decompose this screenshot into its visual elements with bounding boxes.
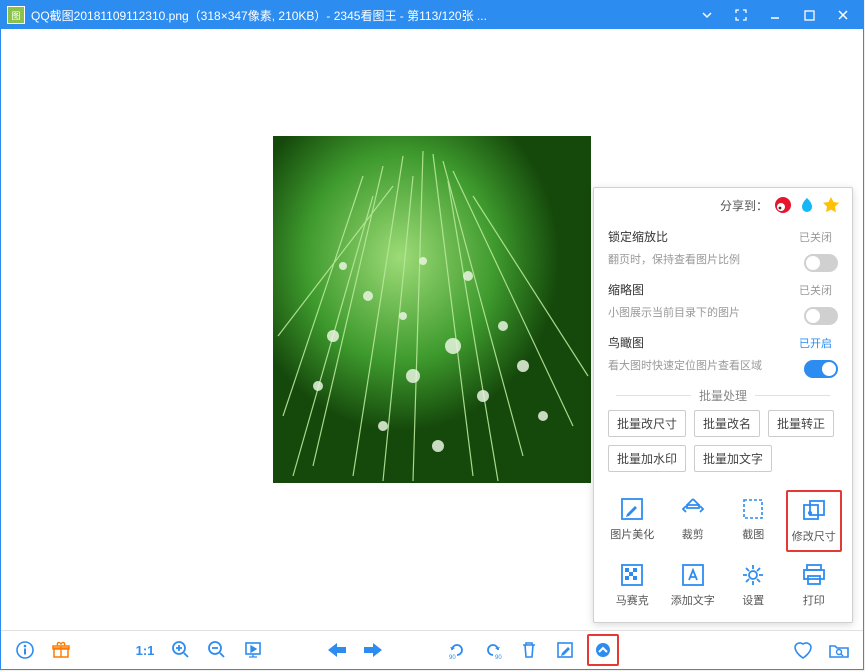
slideshow-icon[interactable] (239, 636, 267, 664)
option-row: 鸟瞰图 已开启 (594, 328, 852, 357)
batch-button[interactable]: 批量改尺寸 (608, 410, 686, 437)
option-subtitle: 看大图时快速定位图片查看区域 (594, 357, 776, 381)
option-status: 已关闭 (799, 229, 832, 245)
tools-panel: 分享到： 锁定缩放比 已关闭 翻页时，保持查看图片比例 缩略图 已关闭 小图展示… (593, 187, 853, 623)
bottom-toolbar: 1:1 90 90 (1, 630, 863, 669)
gear-icon (740, 562, 766, 588)
toggle-switch[interactable] (804, 360, 838, 378)
tencent-icon[interactable] (798, 196, 816, 214)
delete-icon[interactable] (515, 636, 543, 664)
toggle-switch[interactable] (804, 254, 838, 272)
edit-icon[interactable] (551, 636, 579, 664)
share-label: 分享到： (720, 197, 768, 214)
tool-gear[interactable]: 设置 (725, 556, 782, 614)
close-icon[interactable] (829, 5, 857, 25)
zoom-out-icon[interactable] (203, 636, 231, 664)
tool-label: 打印 (803, 592, 825, 608)
favorite-icon[interactable] (789, 636, 817, 664)
window-controls (693, 5, 857, 25)
tool-mosaic[interactable]: 马赛克 (604, 556, 661, 614)
capture-icon (740, 496, 766, 522)
resize-icon (801, 498, 827, 524)
print-icon (801, 562, 827, 588)
reveal-in-folder-icon[interactable] (825, 636, 853, 664)
title-bar: 图 QQ截图20181109112310.png（318×347像素, 210K… (1, 1, 863, 29)
option-subtitle: 翻页时，保持查看图片比例 (594, 251, 754, 275)
tool-label: 设置 (742, 592, 764, 608)
tool-edit[interactable]: 图片美化 (604, 490, 661, 552)
gift-icon[interactable] (47, 636, 75, 664)
next-icon[interactable] (359, 636, 387, 664)
tool-label: 图片美化 (610, 526, 654, 542)
share-row: 分享到： (594, 188, 852, 222)
batch-buttons: 批量改尺寸批量改名批量转正批量加水印批量加文字 (594, 410, 852, 482)
info-icon[interactable] (11, 636, 39, 664)
svg-text:90: 90 (495, 655, 502, 660)
weibo-icon[interactable] (774, 196, 792, 214)
fullscreen-icon[interactable] (727, 5, 755, 25)
tool-label: 添加文字 (671, 592, 715, 608)
tools-grid: 图片美化 裁剪 截图 修改尺寸马赛克 添加文字 设置 打印 (594, 482, 852, 622)
rotate-right-icon[interactable]: 90 (479, 636, 507, 664)
batch-button[interactable]: 批量加水印 (608, 445, 686, 472)
window-title: QQ截图20181109112310.png（318×347像素, 210KB）… (31, 7, 693, 24)
svg-text:90: 90 (449, 655, 456, 660)
edit-icon (619, 496, 645, 522)
dropdown-icon[interactable] (693, 5, 721, 25)
option-title: 锁定缩放比 (608, 228, 668, 245)
tool-capture[interactable]: 截图 (725, 490, 782, 552)
batch-button[interactable]: 批量加文字 (694, 445, 772, 472)
rotate-left-icon[interactable]: 90 (443, 636, 471, 664)
batch-button[interactable]: 批量改名 (694, 410, 760, 437)
tool-label: 马赛克 (616, 592, 649, 608)
displayed-image (273, 136, 591, 483)
zoom-in-icon[interactable] (167, 636, 195, 664)
mosaic-icon (619, 562, 645, 588)
tool-crop[interactable]: 裁剪 (665, 490, 722, 552)
option-subtitle: 小图展示当前目录下的图片 (594, 304, 754, 328)
tool-label: 裁剪 (682, 526, 704, 542)
tool-print[interactable]: 打印 (786, 556, 843, 614)
batch-header: 批量处理 (594, 381, 852, 410)
tool-label: 截图 (742, 526, 764, 542)
option-row: 锁定缩放比 已关闭 (594, 222, 852, 251)
window-root: 图 QQ截图20181109112310.png（318×347像素, 210K… (0, 0, 864, 670)
actual-size-button[interactable]: 1:1 (131, 636, 159, 664)
option-title: 缩略图 (608, 281, 644, 298)
crop-icon (680, 496, 706, 522)
tool-text[interactable]: 添加文字 (665, 556, 722, 614)
tool-label: 修改尺寸 (792, 528, 836, 544)
batch-button[interactable]: 批量转正 (768, 410, 834, 437)
toggle-switch[interactable] (804, 307, 838, 325)
option-title: 鸟瞰图 (608, 334, 644, 351)
option-row: 缩略图 已关闭 (594, 275, 852, 304)
minimize-icon[interactable] (761, 5, 789, 25)
options-section: 锁定缩放比 已关闭 翻页时，保持查看图片比例 缩略图 已关闭 小图展示当前目录下… (594, 222, 852, 381)
expand-panel-icon[interactable] (587, 634, 619, 666)
option-status: 已开启 (799, 335, 832, 351)
text-icon (680, 562, 706, 588)
qzone-icon[interactable] (822, 196, 840, 214)
app-icon: 图 (7, 6, 25, 24)
tool-resize[interactable]: 修改尺寸 (786, 490, 843, 552)
option-status: 已关闭 (799, 282, 832, 298)
prev-icon[interactable] (323, 636, 351, 664)
maximize-icon[interactable] (795, 5, 823, 25)
